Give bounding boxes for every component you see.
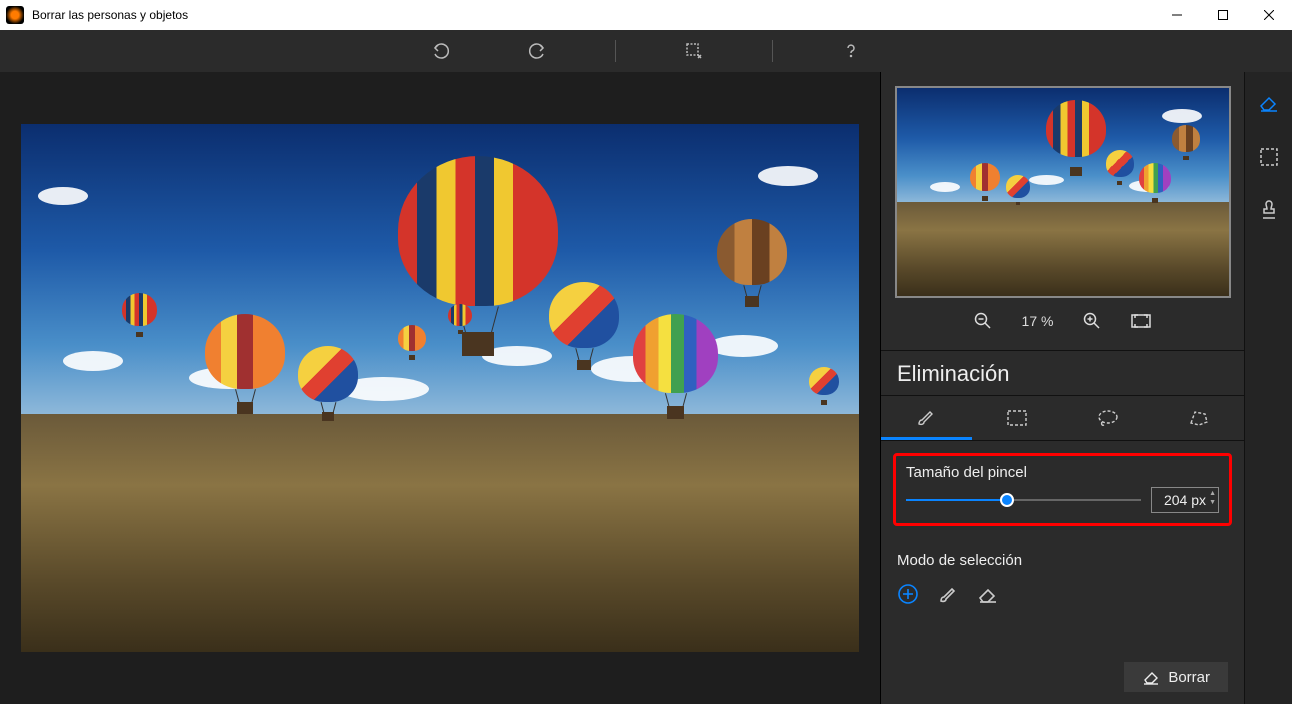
redo-button[interactable] xyxy=(519,33,555,69)
tool-tabs xyxy=(881,396,1244,441)
selection-mode-section: Modo de selección xyxy=(881,538,1244,624)
brush-size-panel: Tamaño del pincel 204 px ▲▼ xyxy=(893,453,1232,526)
app-icon xyxy=(6,6,24,24)
window-controls xyxy=(1154,0,1292,30)
erase-button[interactable]: Borrar xyxy=(1124,662,1228,692)
zoom-out-button[interactable] xyxy=(974,312,992,330)
undo-button[interactable] xyxy=(423,33,459,69)
close-button[interactable] xyxy=(1246,0,1292,30)
minimize-button[interactable] xyxy=(1154,0,1200,30)
brush-size-input[interactable]: 204 px ▲▼ xyxy=(1151,487,1219,513)
poly-lasso-tab[interactable] xyxy=(1153,396,1244,440)
top-toolbar xyxy=(0,30,1292,72)
brush-tab[interactable] xyxy=(881,396,972,440)
erase-mode-button[interactable] xyxy=(977,583,999,610)
zoom-level: 17 % xyxy=(1022,313,1054,329)
help-button[interactable] xyxy=(833,33,869,69)
preview-thumbnail[interactable] xyxy=(895,86,1231,298)
canvas-area xyxy=(0,72,880,704)
brush-size-value: 204 px xyxy=(1164,492,1206,508)
add-selection-button[interactable] xyxy=(897,583,919,610)
selection-mode-title: Modo de selección xyxy=(897,552,1228,569)
window-title: Borrar las personas y objetos xyxy=(32,8,1154,22)
marquee-tool-icon[interactable] xyxy=(1259,147,1279,172)
lasso-tab[interactable] xyxy=(1063,396,1154,440)
stamp-tool-icon[interactable] xyxy=(1258,200,1280,227)
eraser-icon xyxy=(1142,668,1160,686)
brush-mode-button[interactable] xyxy=(937,583,959,610)
brush-size-slider[interactable] xyxy=(906,491,1141,509)
toolbar-divider xyxy=(772,40,773,62)
right-panel: 17 % Eliminación Tamaño del pincel 20 xyxy=(880,72,1244,704)
brush-size-spinner[interactable]: ▲▼ xyxy=(1209,489,1216,507)
action-row: Borrar xyxy=(881,650,1244,704)
rect-select-tab[interactable] xyxy=(972,396,1063,440)
toolbar-divider xyxy=(615,40,616,62)
fit-screen-button[interactable] xyxy=(1131,314,1151,328)
zoom-controls: 17 % xyxy=(974,312,1152,330)
eraser-tool-icon[interactable] xyxy=(1258,92,1280,119)
crop-button[interactable] xyxy=(676,33,712,69)
preview-area: 17 % xyxy=(881,72,1244,351)
zoom-in-button[interactable] xyxy=(1083,312,1101,330)
section-title: Eliminación xyxy=(881,351,1244,396)
maximize-button[interactable] xyxy=(1200,0,1246,30)
main-area: 17 % Eliminación Tamaño del pincel 20 xyxy=(0,72,1292,704)
brush-size-label: Tamaño del pincel xyxy=(906,464,1219,481)
erase-label: Borrar xyxy=(1168,669,1210,686)
title-bar: Borrar las personas y objetos xyxy=(0,0,1292,30)
main-canvas[interactable] xyxy=(21,124,859,652)
side-tool-strip xyxy=(1244,72,1292,704)
